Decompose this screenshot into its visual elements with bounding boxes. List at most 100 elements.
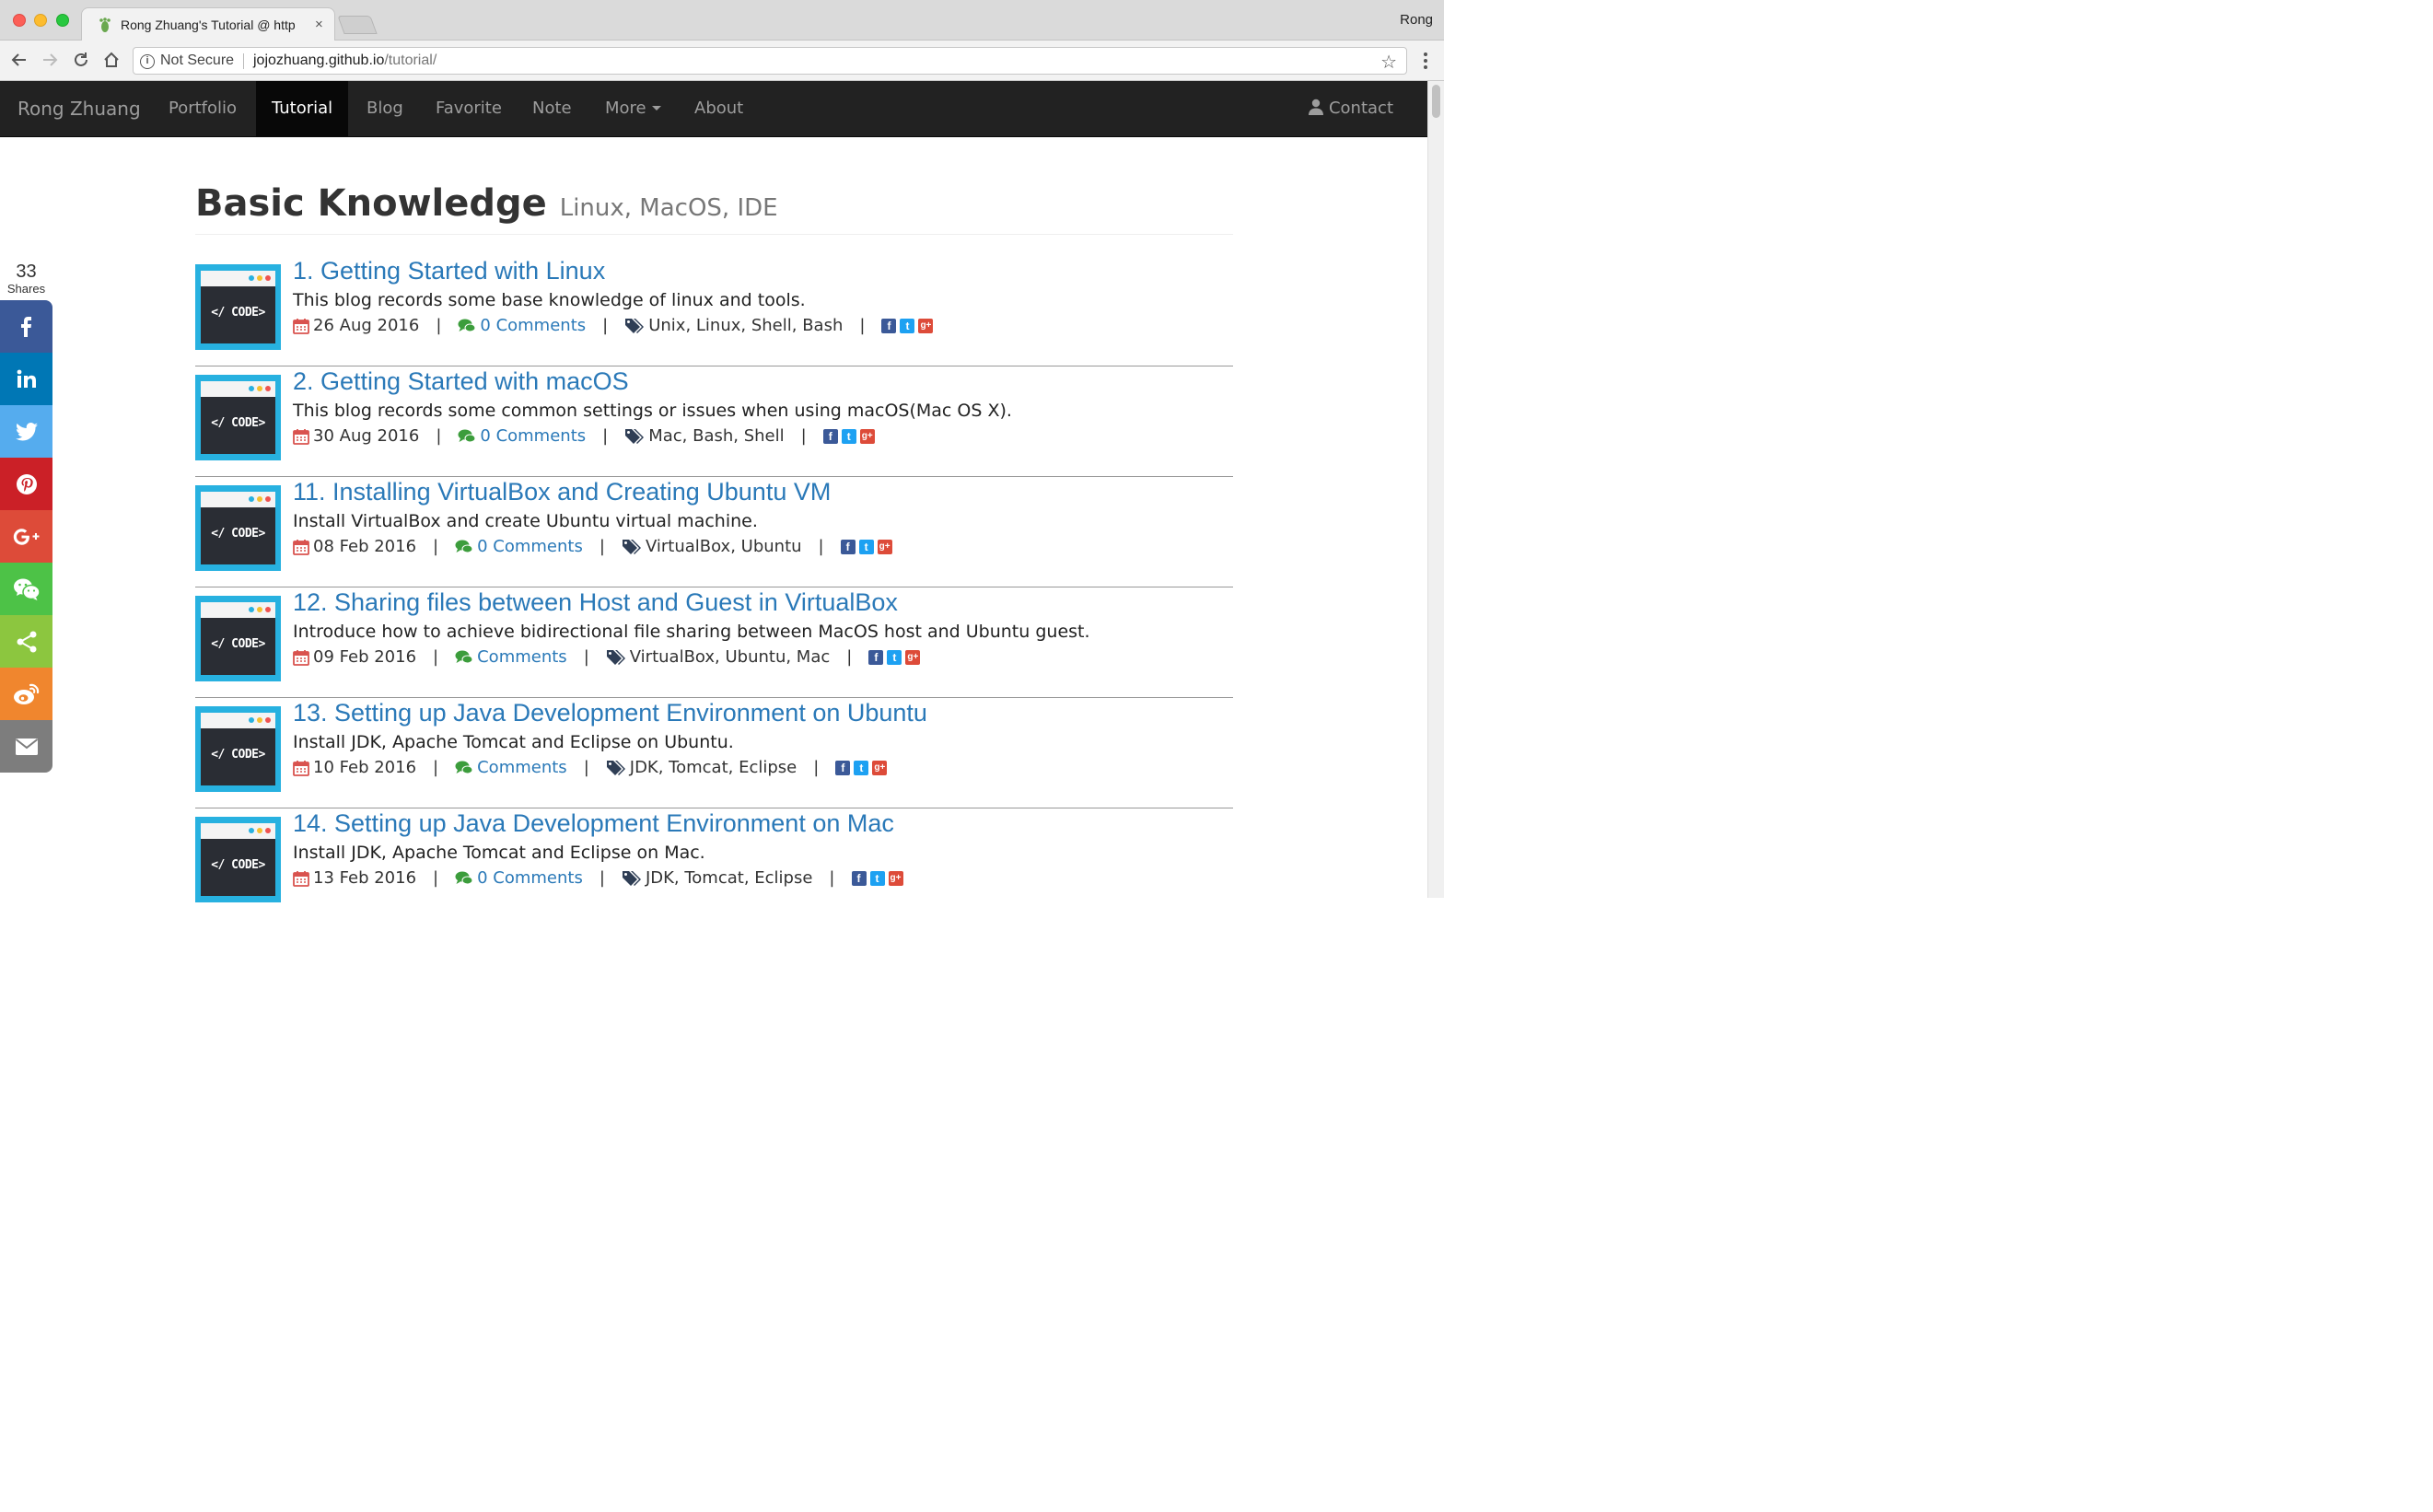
meta-separator: | [436, 426, 442, 446]
footprint-favicon-icon [99, 17, 111, 32]
calendar-icon [293, 649, 309, 666]
post-facebook-share-icon[interactable]: f [840, 539, 856, 554]
share-facebook-button[interactable] [0, 300, 52, 353]
minimize-window-button[interactable] [34, 14, 47, 27]
share-linkedin-button[interactable] [0, 353, 52, 405]
security-label[interactable]: Not Secure [160, 52, 234, 69]
post-google-plus-share-icon[interactable]: g+ [859, 428, 875, 444]
forward-arrow-icon[interactable] [38, 48, 62, 72]
post-facebook-share-icon[interactable]: f [881, 318, 897, 333]
post-google-plus-share-icon[interactable]: g+ [905, 649, 921, 665]
comments-icon [455, 650, 473, 663]
post-comments-link[interactable]: Comments [477, 647, 567, 667]
thumbnail-dot [249, 828, 254, 833]
url-text[interactable]: jojozhuang.github.io/tutorial/ [253, 52, 437, 69]
code-thumbnail-image[interactable]: </ CODE> [195, 596, 281, 681]
profile-name[interactable]: Rong [1400, 12, 1433, 28]
meta-separator: | [436, 316, 442, 335]
post-twitter-share-icon[interactable]: t [869, 870, 885, 886]
browser-toolbar: i Not Secure jojozhuang.github.io/tutori… [0, 41, 1444, 81]
nav-item-more[interactable]: More [589, 81, 677, 136]
share-weibo-button[interactable] [0, 668, 52, 720]
google-plus-icon [13, 528, 39, 545]
post-twitter-share-icon[interactable]: t [887, 649, 902, 665]
post-title-link[interactable]: 14. Setting up Java Development Environm… [293, 809, 894, 838]
post-comments-link[interactable]: 0 Comments [477, 868, 583, 888]
nav-item-note[interactable]: Note [517, 81, 588, 136]
tab-close-icon[interactable]: × [315, 17, 323, 32]
post-title-link[interactable]: 2. Getting Started with macOS [293, 367, 629, 396]
nav-item-tutorial[interactable]: Tutorial [256, 81, 349, 136]
meta-separator: | [583, 758, 589, 777]
maximize-window-button[interactable] [56, 14, 69, 27]
share-twitter-button[interactable] [0, 405, 52, 458]
code-thumbnail-image[interactable]: </ CODE> [195, 264, 281, 350]
calendar-icon [293, 870, 309, 887]
post-twitter-share-icon[interactable]: t [858, 539, 874, 554]
new-tab-button[interactable] [337, 16, 378, 34]
post-title-link[interactable]: 12. Sharing files between Host and Guest… [293, 588, 898, 617]
thumbnail-code-label: </ CODE> [211, 416, 265, 430]
address-bar[interactable]: i Not Secure jojozhuang.github.io/tutori… [133, 47, 1407, 75]
post-facebook-share-icon[interactable]: f [868, 649, 884, 665]
back-arrow-icon[interactable] [7, 48, 31, 72]
navbar-brand[interactable]: Rong Zhuang [17, 98, 141, 120]
nav-item-blog[interactable]: Blog [351, 81, 419, 136]
post-google-plus-share-icon[interactable]: g+ [872, 760, 888, 775]
code-thumbnail-image[interactable]: </ CODE> [195, 817, 281, 902]
share-pinterest-button[interactable] [0, 458, 52, 510]
share-email-button[interactable] [0, 720, 52, 773]
post-meta: 10 Feb 2016 | Comments | JDK, Tomcat, Ec… [293, 758, 891, 777]
post-comments-link[interactable]: 0 Comments [477, 537, 583, 556]
post-twitter-share-icon[interactable]: t [854, 760, 869, 775]
browser-menu-icon[interactable] [1416, 49, 1435, 73]
browser-tab[interactable]: Rong Zhuang's Tutorial @ http × [81, 7, 335, 41]
code-thumbnail-image[interactable]: </ CODE> [195, 706, 281, 792]
post-facebook-share-icon[interactable]: f [835, 760, 851, 775]
home-icon[interactable] [99, 48, 123, 72]
post-title-link[interactable]: 11. Installing VirtualBox and Creating U… [293, 478, 831, 506]
reload-icon[interactable] [69, 48, 93, 72]
thumbnail-dot [249, 607, 254, 612]
nav-item-favorite[interactable]: Favorite [420, 81, 518, 136]
post-title-link[interactable]: 1. Getting Started with Linux [293, 257, 605, 285]
post-comments-link[interactable]: 0 Comments [480, 316, 586, 335]
share-wechat-button[interactable] [0, 563, 52, 615]
nav-item-portfolio[interactable]: Portfolio [153, 81, 252, 136]
thumbnail-code-label: </ CODE> [211, 748, 265, 762]
post-list-item: </ CODE> 2. Getting Started with macOS T… [195, 366, 1233, 477]
bookmark-star-icon[interactable]: ☆ [1380, 51, 1397, 73]
post-google-plus-share-icon[interactable]: g+ [877, 539, 892, 554]
scrollbar-thumb[interactable] [1432, 85, 1440, 118]
post-comments-link[interactable]: Comments [477, 758, 567, 777]
post-list-item: </ CODE> 12. Sharing files between Host … [195, 587, 1233, 698]
post-twitter-share-icon[interactable]: t [900, 318, 915, 333]
page-scrollbar[interactable] [1427, 81, 1444, 898]
post-tags: JDK, Tomcat, Eclipse [645, 868, 813, 888]
post-facebook-share-icon[interactable]: f [851, 870, 867, 886]
contact-link[interactable]: Contact [1308, 81, 1393, 136]
post-meta: 09 Feb 2016 | Comments | VirtualBox, Ubu… [293, 647, 924, 667]
close-window-button[interactable] [13, 14, 26, 27]
tags-icon [606, 760, 625, 775]
code-thumbnail-image[interactable]: </ CODE> [195, 485, 281, 571]
thumbnail-dot [257, 275, 262, 281]
post-google-plus-share-icon[interactable]: g+ [918, 318, 934, 333]
post-tags: Unix, Linux, Shell, Bash [648, 316, 844, 335]
post-list-item: </ CODE> 11. Installing VirtualBox and C… [195, 477, 1233, 587]
thumbnail-window: </ CODE> [201, 271, 275, 343]
post-twitter-share-icon[interactable]: t [841, 428, 856, 444]
post-date: 26 Aug 2016 [313, 316, 420, 335]
post-google-plus-share-icon[interactable]: g+ [888, 870, 903, 886]
thumbnail-dot [257, 607, 262, 612]
post-comments-link[interactable]: 0 Comments [480, 426, 586, 446]
nav-item-about[interactable]: About [679, 81, 759, 136]
tags-icon [625, 318, 645, 333]
code-thumbnail-image[interactable]: </ CODE> [195, 375, 281, 460]
share-google-plus-button[interactable] [0, 510, 52, 563]
share-more-button[interactable] [0, 615, 52, 668]
post-title-link[interactable]: 13. Setting up Java Development Environm… [293, 699, 927, 727]
post-tags: JDK, Tomcat, Eclipse [629, 758, 797, 777]
post-facebook-share-icon[interactable]: f [822, 428, 838, 444]
info-icon[interactable]: i [140, 54, 155, 69]
